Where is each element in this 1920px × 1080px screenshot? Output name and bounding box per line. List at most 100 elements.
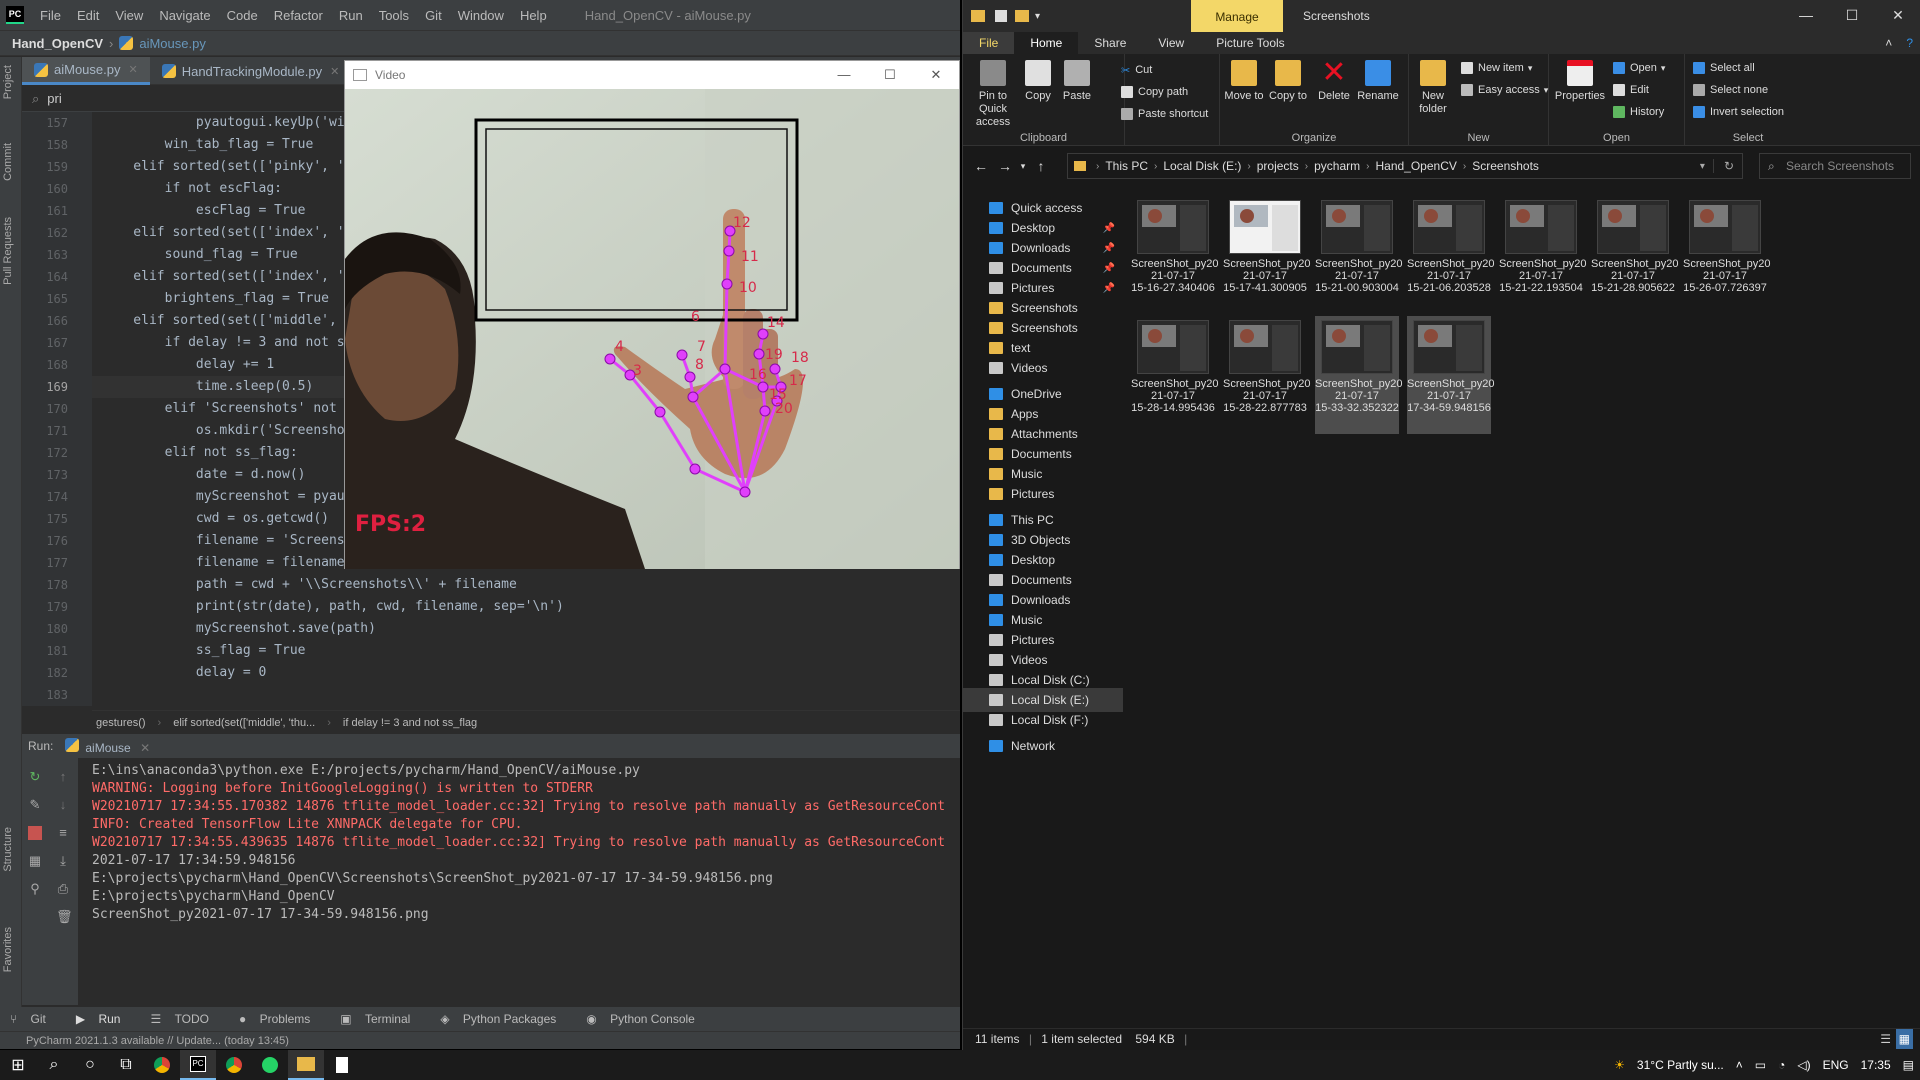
address-dropdown-icon[interactable]: ▾ — [1700, 161, 1705, 172]
code-line[interactable]: elif 'Screenshots' not — [92, 398, 345, 420]
properties-button[interactable]: Properties — [1553, 58, 1607, 103]
search-icon[interactable]: ⌕ — [36, 1050, 72, 1080]
tab-aimouse[interactable]: aiMouse.py ✕ — [22, 57, 150, 85]
whatsapp-icon[interactable] — [252, 1050, 288, 1080]
code-line[interactable]: elif sorted(set(['pinky', ' — [92, 156, 344, 178]
minimize-icon[interactable]: — — [821, 61, 867, 89]
easy-access-button[interactable]: Easy access ▾ — [1461, 84, 1548, 96]
volume-icon[interactable]: ◁) — [1797, 1058, 1810, 1072]
cut-button[interactable]: ✂ Cut — [1121, 64, 1152, 77]
invert-selection-button[interactable]: Invert selection — [1693, 106, 1784, 118]
pull-requests-tool-tab[interactable]: Pull Requests — [2, 217, 14, 285]
nav-file[interactable]: aiMouse.py — [139, 36, 205, 51]
trash-icon[interactable]: 🗑 — [56, 910, 73, 924]
up-folder-icon[interactable]: ↑ — [1029, 158, 1053, 174]
file-tile[interactable]: ScreenShot_py20 21-07-17 15-26-07.726397 — [1683, 196, 1770, 314]
close-icon[interactable]: ✕ — [913, 61, 959, 89]
code-line[interactable]: pyautogui.keyUp('wi — [92, 112, 345, 134]
file-tile[interactable]: ScreenShot_py20 21-07-17 15-16-27.340406 — [1131, 196, 1218, 314]
code-line[interactable]: elif sorted(set(['index', ' — [92, 266, 344, 288]
code-line[interactable]: win_tab_flag = True — [92, 134, 314, 156]
menu-window[interactable]: Window — [450, 8, 512, 23]
search-input[interactable]: pri — [47, 91, 61, 106]
manage-context-tab[interactable]: Manage — [1191, 0, 1283, 32]
pycharm-taskbar-icon[interactable]: PC — [180, 1050, 216, 1080]
tab-share[interactable]: Share — [1078, 32, 1142, 54]
cortana-icon[interactable]: ○ — [72, 1050, 108, 1080]
collapse-ribbon-icon[interactable]: ˄ — [1879, 32, 1898, 54]
details-view-icon[interactable]: ☰ — [1880, 1029, 1891, 1049]
file-tile[interactable]: ScreenShot_py20 21-07-17 15-21-28.905622 — [1591, 196, 1678, 314]
code-line[interactable]: path = cwd + '\\Screenshots\\' + filenam… — [92, 574, 517, 596]
scroll-end-icon[interactable]: ⤓ — [56, 854, 70, 868]
code-line[interactable] — [92, 684, 102, 706]
nav-project[interactable]: Hand_OpenCV — [12, 36, 103, 51]
file-tile[interactable]: ScreenShot_py20 21-07-17 15-21-00.903004 — [1315, 196, 1402, 314]
code-line[interactable]: elif not ss_flag: — [92, 442, 298, 464]
code-line[interactable]: sound_flag = True — [92, 244, 298, 266]
down-icon[interactable]: ↓ — [56, 798, 70, 812]
select-none-button[interactable]: Select none — [1693, 84, 1768, 96]
close-icon[interactable]: ✕ — [128, 63, 137, 76]
chrome-profile-icon[interactable] — [216, 1050, 252, 1080]
recent-locations-icon[interactable]: ▾ — [1017, 161, 1029, 172]
file-tile[interactable]: ScreenShot_py20 21-07-17 15-21-06.203528 — [1407, 196, 1494, 314]
breadcrumb-screenshots[interactable]: Screenshots — [1472, 159, 1539, 173]
layout-icon[interactable]: ▦ — [28, 854, 42, 868]
nav-item[interactable]: Pictures — [963, 482, 1123, 506]
tab-view[interactable]: View — [1142, 32, 1200, 54]
select-all-button[interactable]: Select all — [1693, 62, 1755, 74]
file-tile[interactable]: ScreenShot_py20 21-07-17 15-28-22.877783 — [1223, 316, 1310, 434]
todo-tool-tab[interactable]: ☰ TODO — [140, 1012, 229, 1026]
soft-wrap-icon[interactable]: ≡ — [56, 826, 70, 840]
menu-code[interactable]: Code — [219, 8, 266, 23]
new-folder-quick-icon[interactable] — [1015, 10, 1029, 22]
pin-to-quick-access-button[interactable]: Pin to Quick access — [967, 58, 1019, 129]
clock[interactable]: 17:35 — [1861, 1058, 1891, 1072]
file-tile[interactable]: ScreenShot_py20 21-07-17 17-34-59.948156 — [1407, 316, 1494, 434]
menu-tools[interactable]: Tools — [371, 8, 417, 23]
code-line[interactable]: delay = 0 — [92, 662, 266, 684]
edit-button[interactable]: Edit — [1613, 84, 1649, 96]
move-to-button[interactable]: Move to — [1222, 58, 1266, 103]
code-line[interactable]: delay += 1 — [92, 354, 274, 376]
menu-git[interactable]: Git — [417, 8, 450, 23]
file-tile[interactable]: ScreenShot_py20 21-07-17 15-33-32.352322 — [1315, 316, 1402, 434]
run-tab-aimouse[interactable]: aiMouse ✕ — [65, 737, 150, 755]
breadcrumb-if[interactable]: if delay != 3 and not ss_flag — [343, 717, 477, 729]
notepad-icon[interactable] — [324, 1050, 360, 1080]
new-item-button[interactable]: New item ▾ — [1461, 62, 1532, 74]
breadcrumb-projects[interactable]: projects — [1257, 159, 1299, 173]
large-icons-view-icon[interactable]: ▦ — [1895, 1029, 1913, 1049]
code-line[interactable]: print(str(date), path, cwd, filename, se… — [92, 596, 564, 618]
git-tool-tab[interactable]: ⑂ Git — [0, 1012, 66, 1026]
pin-icon[interactable]: ⚲ — [28, 882, 42, 896]
code-line[interactable]: ss_flag = True — [92, 640, 306, 662]
nav-item[interactable]: Network — [963, 734, 1123, 758]
close-icon[interactable]: ✕ — [330, 65, 339, 78]
code-line[interactable]: escFlag = True — [92, 200, 306, 222]
maximize-icon[interactable]: ☐ — [1829, 0, 1875, 30]
address-bar[interactable]: › This PC › Local Disk (E:) › projects ›… — [1067, 153, 1743, 179]
project-tool-tab[interactable]: Project — [2, 65, 14, 99]
terminal-tool-tab[interactable]: ▣ Terminal — [330, 1012, 430, 1026]
up-icon[interactable]: ↑ — [56, 770, 70, 784]
search-box[interactable]: ⌕ Search Screenshots — [1759, 153, 1911, 179]
menu-help[interactable]: Help — [512, 8, 555, 23]
commit-tool-tab[interactable]: Commit — [2, 143, 14, 181]
copy-button[interactable]: Copy — [1019, 58, 1057, 103]
refresh-icon[interactable]: ↻ — [1712, 159, 1734, 173]
code-line[interactable]: myScreenshot.save(path) — [92, 618, 376, 640]
rerun-icon[interactable]: ↻ — [28, 770, 42, 784]
copy-to-button[interactable]: Copy to — [1266, 58, 1310, 103]
breadcrumb-hand-opencv[interactable]: Hand_OpenCV — [1375, 159, 1456, 173]
chrome-icon[interactable] — [144, 1050, 180, 1080]
breadcrumb-this-pc[interactable]: This PC — [1105, 159, 1148, 173]
menu-file[interactable]: File — [32, 8, 69, 23]
language-indicator[interactable]: ENG — [1823, 1058, 1849, 1072]
file-tile[interactable]: ScreenShot_py20 21-07-17 15-28-14.995436 — [1131, 316, 1218, 434]
history-button[interactable]: History — [1613, 106, 1664, 118]
paste-shortcut-button[interactable]: Paste shortcut — [1121, 108, 1208, 120]
code-line[interactable]: os.mkdir('Screensho — [92, 420, 345, 442]
favorites-tool-tab[interactable]: Favorites — [2, 927, 14, 972]
